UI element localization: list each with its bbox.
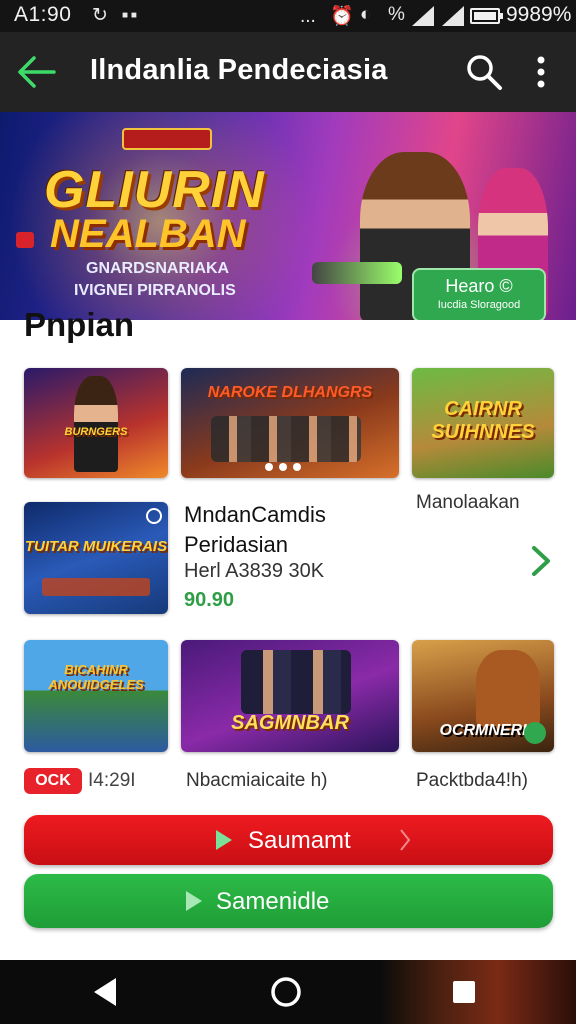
hero-subtitle-line1: GNARDSNARIAKA: [86, 260, 230, 277]
app-bar: Ilndanlia Pendeciasia: [0, 32, 576, 112]
nav-recents-icon[interactable]: [444, 972, 484, 1012]
game-thumbnail-2-title: NAROKE DLHANGRS: [207, 384, 373, 401]
game-thumbnail-3[interactable]: CAIRNR SUIHNNES: [412, 368, 554, 478]
chevron-right-icon: [400, 829, 411, 851]
cell-signal-icon: [442, 6, 464, 26]
battery-icon: [470, 8, 503, 24]
hero-weapon: [312, 262, 402, 284]
more-options-icon[interactable]: [526, 52, 556, 92]
notification-dots-icon: ■ ■: [122, 10, 137, 21]
game-label-4: I4:29I: [88, 770, 136, 791]
hero-subtitle-line2: IVIGNEI PIRRANOLIS: [74, 282, 236, 299]
hero-cta-subtitle: Iucdia Sloragood: [437, 299, 521, 311]
hero-cta-button[interactable]: Hearo © Iucdia Sloragood: [412, 268, 546, 320]
chevron-right-icon[interactable]: [526, 542, 556, 580]
game-thumbnail-5[interactable]: SAGMNBAR: [181, 640, 399, 752]
featured-badge-icon: [146, 508, 162, 524]
data-saver-icon: ◐: [360, 4, 372, 25]
featured-title-line2: Peridasian: [184, 532, 288, 557]
game-thumbnail-2[interactable]: NAROKE DLHANGRS: [181, 368, 399, 478]
game-thumbnail-5-title: SAGMNBAR: [231, 712, 349, 734]
featured-meta: Herl A3839 30K: [184, 560, 325, 582]
game-thumbnail-1[interactable]: BURNGERS: [24, 368, 168, 478]
featured-title[interactable]: MndanCamdis Peridasian: [184, 500, 326, 560]
game-thumbnail-6[interactable]: OCRMNERI: [412, 640, 554, 752]
game-thumbnail-1-title: BURNGERS: [64, 426, 128, 438]
play-icon: [186, 891, 202, 911]
hero-cta-title: Hearo: [445, 276, 495, 296]
featured-thumbnail-title: TUITAR MUIKERAIS: [24, 538, 168, 555]
carousel-dots[interactable]: [265, 458, 301, 476]
primary-action-label: Saumamt: [248, 827, 351, 854]
live-badge: OCK: [24, 768, 82, 794]
back-arrow-icon[interactable]: [14, 50, 58, 94]
game-thumbnail-6-badge: [524, 722, 546, 744]
vibrate-icon: %: [388, 4, 405, 25]
game-label-5: Nbacmiaicaite h): [186, 770, 328, 791]
game-thumbnail-4[interactable]: BICAHINR ANOUIDGELES: [24, 640, 168, 752]
game-label-3: Manolaakan: [416, 492, 520, 513]
status-bar: A1:90 ↻ ■ ■ ... ⏰ ◐ % 9989%: [0, 0, 576, 32]
nav-back-icon[interactable]: [86, 972, 126, 1012]
hero-cta-icon: ©: [499, 276, 513, 296]
hero-title-line1: GLIURIN: [44, 161, 265, 219]
secondary-action-label: Samenidle: [216, 888, 330, 915]
system-navigation-bar: [0, 960, 576, 1024]
featured-title-line1: MndanCamdis: [184, 502, 326, 527]
game-thumbnail-4-title: BICAHINR ANOUIDGELES: [48, 662, 144, 692]
sync-icon: ↻: [92, 5, 108, 26]
status-time: A1:90: [14, 3, 72, 26]
primary-action-button[interactable]: Saumamt: [24, 815, 553, 865]
hero-crest: [122, 128, 212, 150]
page-title: Ilndanlia Pendeciasia: [90, 54, 388, 86]
more-notifications-icon: ...: [300, 6, 316, 27]
hero-title-line2: NEALBAN: [50, 212, 246, 256]
battery-percent: 9989%: [506, 3, 572, 26]
section-title: Pnpian: [24, 306, 135, 343]
alarm-icon: ⏰: [330, 6, 354, 27]
nav-home-icon[interactable]: [266, 972, 306, 1012]
game-thumbnail-3-title: CAIRNR SUIHNNES: [431, 398, 535, 443]
featured-game-thumbnail[interactable]: TUITAR MUIKERAIS: [24, 502, 168, 614]
secondary-action-button[interactable]: Samenidle: [24, 874, 553, 928]
search-icon[interactable]: [464, 52, 504, 92]
game-label-6: Packtbda4!h): [416, 770, 528, 791]
hero-corner-badge: [16, 232, 34, 248]
play-icon: [216, 830, 232, 850]
featured-price: 90.90: [184, 589, 235, 611]
hero-banner[interactable]: GLIURIN NEALBAN GNARDSNARIAKA IVIGNEI PI…: [0, 112, 576, 320]
wifi-signal-icon: [412, 6, 434, 26]
